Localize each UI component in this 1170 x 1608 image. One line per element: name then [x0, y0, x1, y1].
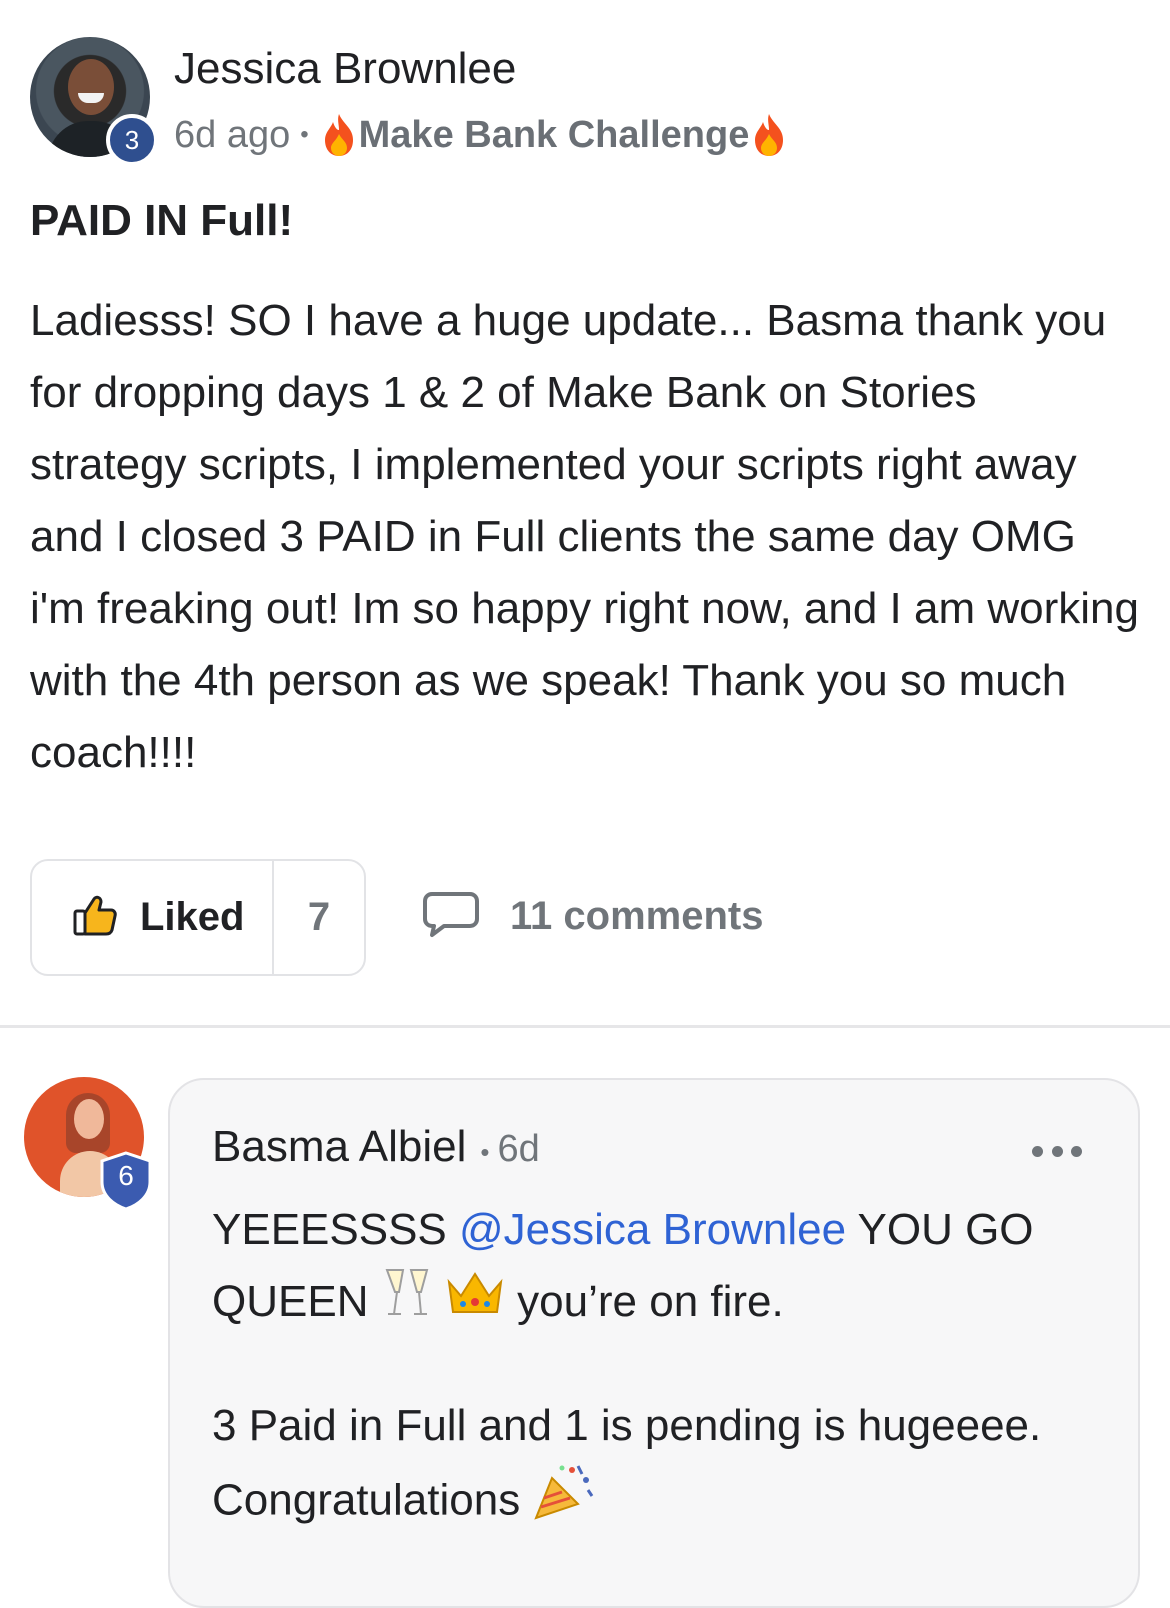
- crown-emoji-icon: [445, 1268, 505, 1340]
- like-control: Liked 7: [30, 859, 366, 976]
- party-popper-emoji-icon: [532, 1462, 594, 1544]
- post-body: Ladiesss! SO I have a huge update... Bas…: [30, 296, 1139, 777]
- post-meta: 6d ago • Make Bank Challenge: [174, 112, 789, 158]
- post-title: PAID IN Full!: [30, 196, 294, 245]
- comment-paragraph: 3 Paid in Full and 1 is pending is hugee…: [212, 1390, 1112, 1544]
- meta-separator: •: [300, 121, 309, 148]
- comment-text-segment: YEEESSSS: [212, 1205, 460, 1254]
- comment-time: 6d: [497, 1128, 540, 1170]
- comment-text-segment: you’re on fire.: [504, 1277, 784, 1326]
- comments-count-label: 11 comments: [510, 894, 764, 938]
- comment-card: Basma Albiel • 6d YEEESSSS @Jessica Brow…: [168, 1078, 1140, 1608]
- like-label: Liked: [140, 895, 245, 939]
- post: 3 Jessica Brownlee 6d ago • Make Bank Ch…: [0, 0, 1170, 1028]
- fire-emoji-icon: [319, 112, 359, 158]
- comment-text: YEEESSSS @Jessica Brownlee YOU GO QUEEN …: [212, 1194, 1112, 1544]
- like-count[interactable]: 7: [274, 861, 364, 974]
- comment-text-segment: 3 Paid in Full and 1 is pending is hugee…: [212, 1401, 1042, 1525]
- comments-button[interactable]: 11 comments: [422, 890, 763, 943]
- commenter-name[interactable]: Basma Albiel: [212, 1122, 466, 1172]
- post-category-link[interactable]: Make Bank Challenge: [359, 114, 750, 157]
- clinking-glasses-emoji-icon: [381, 1266, 433, 1342]
- comment-paragraph: YEEESSSS @Jessica Brownlee YOU GO QUEEN …: [212, 1194, 1112, 1342]
- thumbs-up-icon: [72, 893, 118, 942]
- comment-header: Basma Albiel • 6d: [212, 1122, 540, 1172]
- author-level-badge: 3: [106, 114, 158, 166]
- post-time: 6d ago: [174, 113, 291, 156]
- comment-meta-separator: •: [480, 1137, 490, 1167]
- like-button[interactable]: Liked: [32, 861, 274, 974]
- author-name[interactable]: Jessica Brownlee: [174, 44, 516, 94]
- fire-emoji-icon: [749, 112, 789, 158]
- mention-link[interactable]: @Jessica Brownlee: [459, 1205, 846, 1254]
- speech-bubble-icon: [422, 890, 480, 943]
- divider: [0, 1025, 1170, 1028]
- commenter-level-badge: 6: [98, 1150, 154, 1212]
- more-options-icon[interactable]: [1032, 1136, 1082, 1166]
